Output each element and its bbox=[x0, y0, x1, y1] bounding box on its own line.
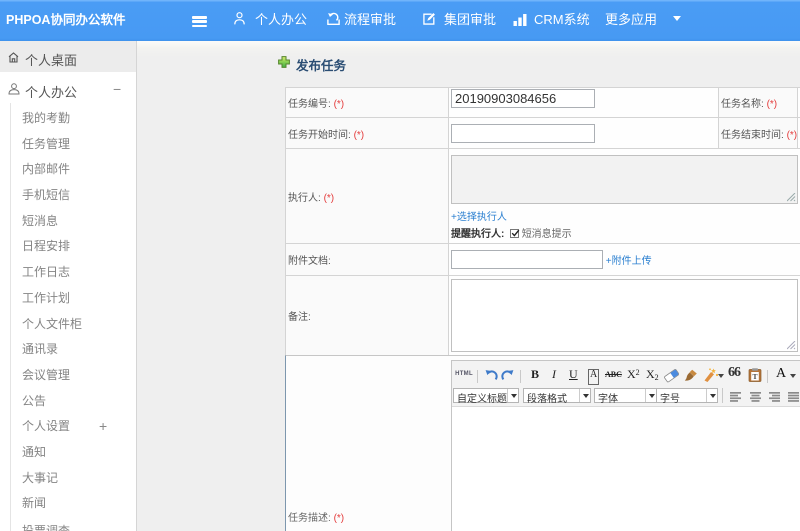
svg-text:T: T bbox=[752, 372, 757, 381]
